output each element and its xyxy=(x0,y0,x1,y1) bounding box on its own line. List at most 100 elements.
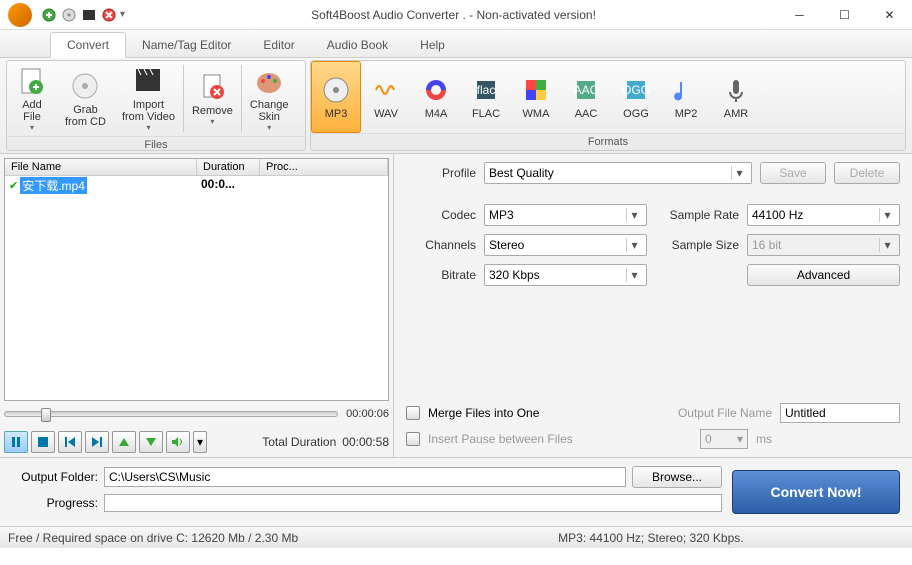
ribbon-tabs: Convert Name/Tag Editor Editor Audio Boo… xyxy=(0,30,912,58)
tab-audio-book[interactable]: Audio Book xyxy=(311,33,404,57)
svg-text:flac: flac xyxy=(477,83,496,97)
svg-text:AAC: AAC xyxy=(574,83,599,97)
qat-add-icon[interactable] xyxy=(40,6,58,24)
pause-label: Insert Pause between Files xyxy=(428,432,573,446)
convert-now-button[interactable]: Convert Now! xyxy=(732,470,900,514)
codec-combo[interactable]: MP3▾ xyxy=(484,204,647,226)
format-m4a-button[interactable]: M4A xyxy=(411,61,461,133)
title-bar: ▾ Soft4Boost Audio Converter . - Non-act… xyxy=(0,0,912,30)
format-mp2-button[interactable]: MP2 xyxy=(661,61,711,133)
files-group-label: Files xyxy=(7,136,305,153)
minimize-button[interactable]: ─ xyxy=(777,0,822,30)
player-controls: ▾ Total Duration00:00:58 xyxy=(4,431,389,453)
merge-label: Merge Files into One xyxy=(428,406,539,420)
remove-icon xyxy=(196,71,228,103)
left-pane: File Name Duration Proc... ✔安下载.mp4 00:0… xyxy=(0,154,394,457)
qat-video-icon[interactable] xyxy=(80,6,98,24)
m4a-icon xyxy=(420,74,452,106)
remove-button[interactable]: Remove▾ xyxy=(184,61,241,136)
tab-name-tag-editor[interactable]: Name/Tag Editor xyxy=(126,33,247,57)
ribbon: Add File▾ Grab from CD Import from Video… xyxy=(0,58,912,154)
qat-cd-icon[interactable] xyxy=(60,6,78,24)
progress-label: Progress: xyxy=(12,496,98,510)
wav-icon xyxy=(370,74,402,106)
profile-combo[interactable]: Best Quality▾ xyxy=(484,162,752,184)
chevron-down-icon: ▾ xyxy=(731,166,747,180)
output-folder-input[interactable] xyxy=(104,467,626,487)
file-list[interactable]: File Name Duration Proc... ✔安下载.mp4 00:0… xyxy=(4,158,389,401)
playback-slider[interactable]: 00:00:06 xyxy=(4,405,389,423)
profile-label: Profile xyxy=(406,166,476,180)
format-wma-button[interactable]: WMA xyxy=(511,61,561,133)
samplerate-label: Sample Rate xyxy=(659,208,739,222)
qat-remove-icon[interactable] xyxy=(100,6,118,24)
col-duration[interactable]: Duration xyxy=(197,159,260,175)
ogg-icon: OGG xyxy=(620,74,652,106)
format-amr-button[interactable]: AMR xyxy=(711,61,761,133)
tab-convert[interactable]: Convert xyxy=(50,32,126,58)
next-button[interactable] xyxy=(85,431,109,453)
pause-checkbox[interactable] xyxy=(406,432,420,446)
slider-thumb[interactable] xyxy=(41,408,51,422)
file-name: 安下载.mp4 xyxy=(20,177,87,194)
quick-access-toolbar: ▾ xyxy=(40,6,130,24)
file-row[interactable]: ✔安下载.mp4 00:0... xyxy=(5,176,388,195)
stop-button[interactable] xyxy=(31,431,55,453)
move-down-button[interactable] xyxy=(139,431,163,453)
right-pane: Profile Best Quality▾ Save Delete CodecM… xyxy=(394,154,912,457)
file-list-header: File Name Duration Proc... xyxy=(5,159,388,176)
format-flac-button[interactable]: flacFLAC xyxy=(461,61,511,133)
bitrate-combo[interactable]: 320 Kbps▾ xyxy=(484,264,647,286)
mp2-icon xyxy=(670,74,702,106)
col-process[interactable]: Proc... xyxy=(260,159,388,175)
tab-editor[interactable]: Editor xyxy=(247,33,310,57)
save-profile-button[interactable]: Save xyxy=(760,162,826,184)
qat-dropdown-icon[interactable]: ▾ xyxy=(120,9,130,20)
move-up-button[interactable] xyxy=(112,431,136,453)
grab-cd-button[interactable]: Grab from CD xyxy=(57,61,114,136)
palette-icon xyxy=(253,65,285,97)
browse-button[interactable]: Browse... xyxy=(632,466,722,488)
change-skin-button[interactable]: Change Skin▾ xyxy=(242,61,297,136)
format-aac-button[interactable]: AACAAC xyxy=(561,61,611,133)
check-icon: ✔ xyxy=(9,179,18,192)
app-icon xyxy=(8,3,32,27)
formats-group-label: Formats xyxy=(311,133,905,150)
status-format: MP3: 44100 Hz; Stereo; 320 Kbps. xyxy=(558,531,743,545)
volume-dropdown[interactable]: ▾ xyxy=(193,431,207,453)
channels-label: Channels xyxy=(406,238,476,252)
pause-spinner[interactable]: 0▾ xyxy=(700,429,748,449)
wma-icon xyxy=(520,74,552,106)
pause-button[interactable] xyxy=(4,431,28,453)
aac-icon: AAC xyxy=(570,74,602,106)
import-video-button[interactable]: Import from Video▾ xyxy=(114,61,183,136)
prev-button[interactable] xyxy=(58,431,82,453)
close-button[interactable]: ✕ xyxy=(867,0,912,30)
maximize-button[interactable]: ☐ xyxy=(822,0,867,30)
volume-button[interactable] xyxy=(166,431,190,453)
col-file-name[interactable]: File Name xyxy=(5,159,197,175)
pause-unit: ms xyxy=(756,432,772,446)
format-mp3-button[interactable]: MP3 xyxy=(311,61,361,133)
clapper-icon xyxy=(132,65,164,97)
channels-combo[interactable]: Stereo▾ xyxy=(484,234,647,256)
output-name-input[interactable] xyxy=(780,403,900,423)
delete-profile-button[interactable]: Delete xyxy=(834,162,900,184)
merge-checkbox[interactable] xyxy=(406,406,420,420)
samplesize-label: Sample Size xyxy=(659,238,739,252)
tab-help[interactable]: Help xyxy=(404,33,461,57)
window-title: Soft4Boost Audio Converter . - Non-activ… xyxy=(130,8,777,22)
add-file-button[interactable]: Add File▾ xyxy=(7,61,57,136)
samplerate-combo[interactable]: 44100 Hz▾ xyxy=(747,204,900,226)
cd-icon xyxy=(69,70,101,102)
flac-icon: flac xyxy=(470,74,502,106)
format-wav-button[interactable]: WAV xyxy=(361,61,411,133)
total-duration: 00:00:58 xyxy=(342,435,389,449)
playback-position: 00:00:06 xyxy=(346,408,389,420)
output-name-label: Output File Name xyxy=(678,406,772,420)
advanced-button[interactable]: Advanced xyxy=(747,264,900,286)
status-bar: Free / Required space on drive C: 12620 … xyxy=(0,526,912,548)
bottom-bar: Output Folder: Browse... Progress: Conve… xyxy=(0,457,912,526)
format-ogg-button[interactable]: OGGOGG xyxy=(611,61,661,133)
output-folder-label: Output Folder: xyxy=(12,470,98,484)
